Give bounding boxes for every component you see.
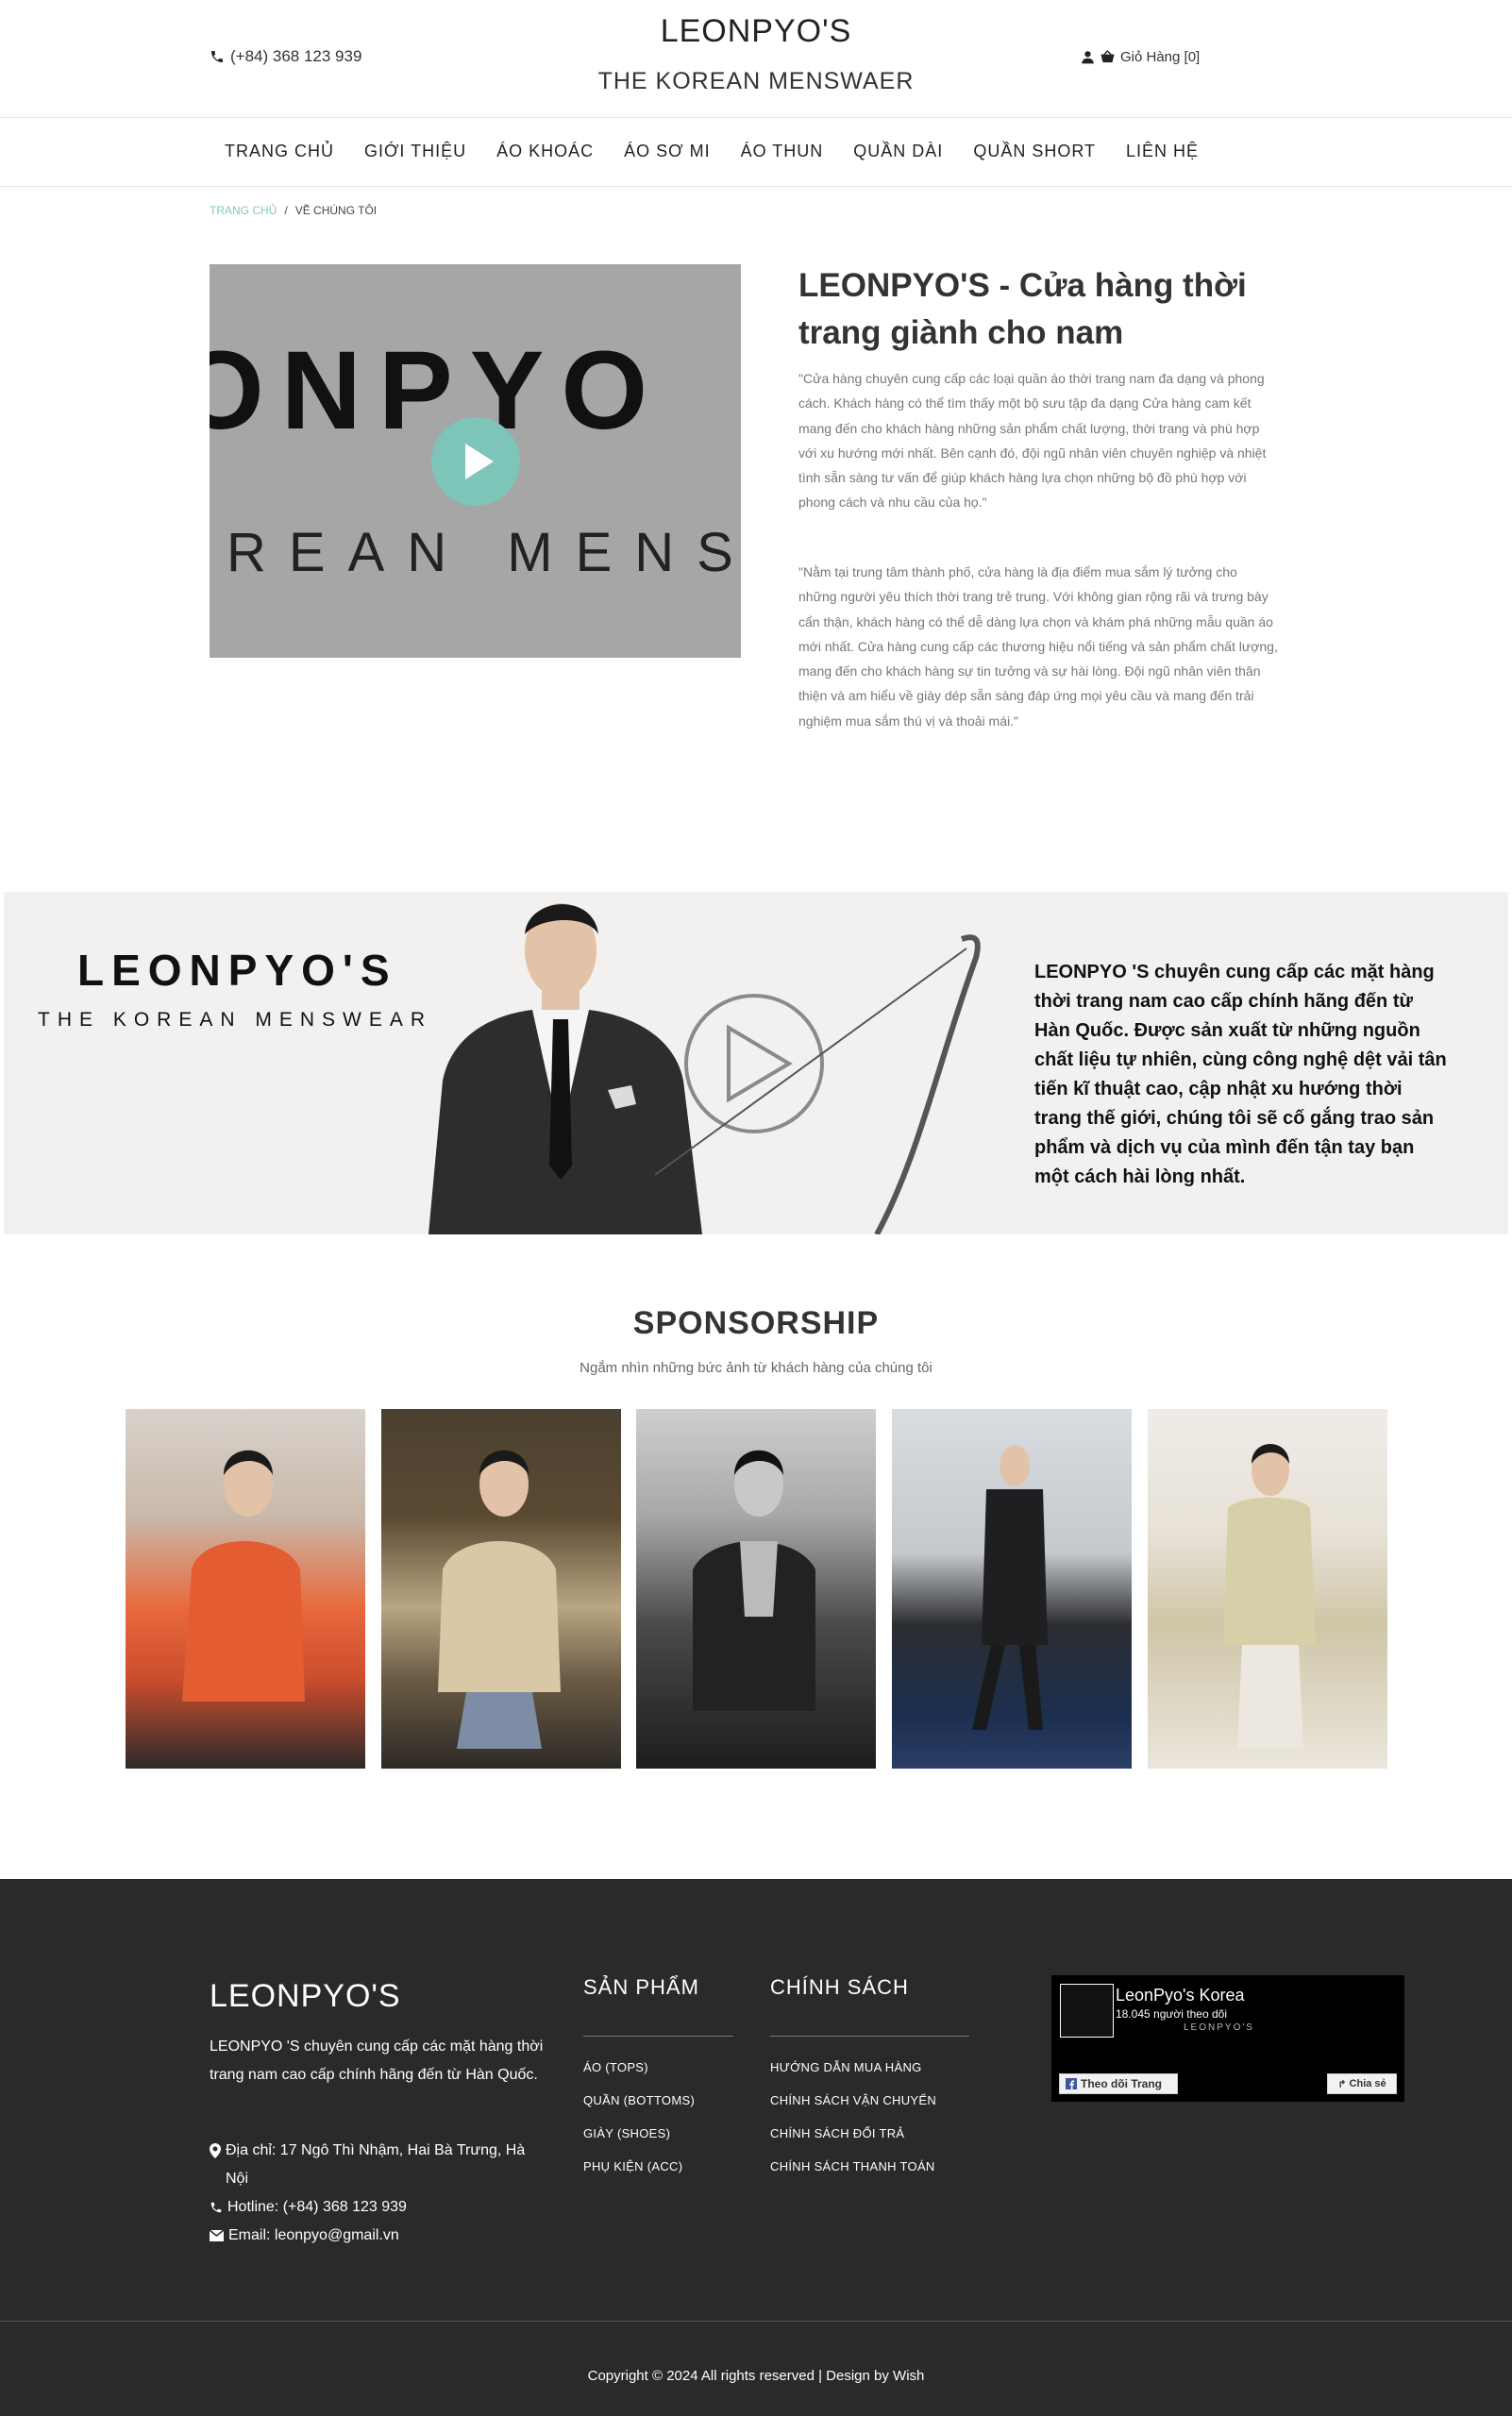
footer-policy-link[interactable]: HƯỚNG DẪN MUA HÀNG [770, 2060, 936, 2093]
sponsor-photo[interactable] [381, 1409, 621, 1769]
footer-policy-link[interactable]: CHÍNH SÁCH VẬN CHUYỂN [770, 2093, 936, 2126]
footer-products-title: SẢN PHẨM [583, 1975, 699, 1999]
main-nav: TRANG CHỦ GIỚI THIỆU ÁO KHOÁC ÁO SƠ MI Á… [0, 119, 1512, 187]
promo-banner[interactable]: LEONPYO'S THE KOREAN MENSWEAR LEONPYO 'S… [4, 892, 1508, 1234]
sponsorship-subtitle: Ngắm nhìn những bức ảnh từ khách hàng củ… [580, 1360, 932, 1376]
footer-divider [0, 2321, 1512, 2322]
footer-divider [583, 2036, 733, 2037]
header-cart[interactable]: Giỏ Hàng [0] [1081, 49, 1200, 65]
nav-item-about[interactable]: GIỚI THIỆU [349, 142, 481, 161]
footer-policy-link[interactable]: CHÍNH SÁCH ĐỔI TRẢ [770, 2126, 936, 2159]
facebook-follow-button[interactable]: Theo dõi Trang [1059, 2073, 1178, 2094]
video-logo-text: ONPYO [210, 328, 665, 453]
footer-product-link[interactable]: PHỤ KIỆN (ACC) [583, 2159, 695, 2192]
facebook-share-button[interactable]: ↱ Chia sẻ [1327, 2073, 1397, 2094]
bow-decoration-icon [655, 934, 981, 1234]
sponsorship-title: SPONSORSHIP [632, 1305, 880, 1341]
header-phone-text: (+84) 368 123 939 [230, 47, 362, 65]
facebook-share-label: Chia sẻ [1349, 2078, 1386, 2089]
footer-contact: Địa chỉ: 17 Ngô Thì Nhậm, Hai Bà Trưng, … [210, 2137, 549, 2250]
nav-item-home[interactable]: TRANG CHỦ [210, 142, 349, 161]
sponsor-photo[interactable] [892, 1409, 1132, 1769]
nav-item-shirts[interactable]: ÁO SƠ MI [609, 142, 725, 161]
sponsor-photo[interactable] [636, 1409, 876, 1769]
nav-item-pants[interactable]: QUẦN DÀI [838, 142, 958, 161]
footer-divider [770, 2036, 969, 2037]
footer-policy-list: HƯỚNG DẪN MUA HÀNG CHÍNH SÁCH VẬN CHUYỂN… [770, 2060, 936, 2192]
breadcrumb-home[interactable]: TRANG CHỦ [210, 204, 277, 217]
nav-item-shorts[interactable]: QUẦN SHORT [958, 142, 1111, 161]
site-footer: LEONPYO'S LEONPYO 'S chuyên cung cấp các… [0, 1879, 1512, 2416]
model-image [438, 1450, 561, 1749]
footer-brand: LEONPYO'S [210, 1978, 401, 2014]
video-tagline-text: REAN MENS [227, 522, 741, 583]
play-icon[interactable] [431, 417, 520, 506]
nav-item-tshirts[interactable]: ÁO THUN [726, 142, 839, 161]
envelope-icon [210, 2230, 224, 2241]
footer-product-link[interactable]: QUẦN (BOTTOMS) [583, 2093, 695, 2126]
copyright: Copyright © 2024 All rights reserved | D… [587, 2368, 925, 2384]
nav-item-contact[interactable]: LIÊN HỆ [1111, 142, 1214, 161]
banner-subtitle: THE KOREAN MENSWEAR [38, 1009, 433, 1031]
model-image [1223, 1444, 1316, 1749]
footer-email: Email: leonpyo@gmail.vn [210, 2222, 549, 2250]
banner-text: LEONPYO 'S chuyên cung cấp các mặt hàng … [1034, 962, 1447, 1187]
breadcrumb-current: VỀ CHÚNG TÔI [294, 204, 378, 217]
sponsor-photo[interactable] [1148, 1409, 1387, 1769]
footer-hotline-text[interactable]: Hotline: (+84) 368 123 939 [227, 2193, 407, 2222]
footer-description: LEONPYO 'S chuyên cung cấp các mặt hàng … [210, 2038, 544, 2083]
site-logo[interactable]: LEONPYO'S [0, 13, 1512, 50]
facebook-page-name[interactable]: LeonPyo's Korea [1116, 1986, 1245, 2005]
user-icon[interactable] [1081, 50, 1095, 64]
footer-product-link[interactable]: ÁO (TOPS) [583, 2060, 695, 2093]
phone-icon [210, 2202, 222, 2213]
facebook-followers: 18.045 người theo dõi [1116, 2007, 1227, 2021]
model-image [693, 1450, 815, 1711]
share-icon: ↱ [1337, 2078, 1347, 2090]
map-marker-icon [210, 2143, 221, 2158]
footer-hotline: Hotline: (+84) 368 123 939 [210, 2193, 549, 2222]
facebook-icon [1066, 2078, 1077, 2089]
footer-address-text: Địa chỉ: 17 Ngô Thì Nhậm, Hai Bà Trưng, … [226, 2142, 526, 2187]
facebook-follow-label: Theo dõi Trang [1081, 2077, 1162, 2090]
about-paragraph-1: "Cửa hàng chuyên cung cấp các loại quần … [798, 371, 1267, 511]
footer-address: Địa chỉ: 17 Ngô Thì Nhậm, Hai Bà Trưng, … [210, 2137, 549, 2193]
facebook-page-avatar[interactable] [1060, 1984, 1114, 2038]
sponsor-photo[interactable] [126, 1409, 365, 1769]
breadcrumb: TRANG CHỦ / VỀ CHÚNG TÔI [210, 204, 377, 217]
header-phone[interactable]: (+84) 368 123 939 [210, 47, 361, 66]
facebook-cover-logo: LEONPYO'S [1184, 2022, 1254, 2033]
about-video[interactable]: ONPYO REAN MENS [210, 264, 741, 658]
model-image [182, 1450, 305, 1702]
footer-product-link[interactable]: GIÀY (SHOES) [583, 2126, 695, 2159]
footer-products-list: ÁO (TOPS) QUẦN (BOTTOMS) GIÀY (SHOES) PH… [583, 2060, 695, 2192]
footer-email-text[interactable]: Email: leonpyo@gmail.vn [228, 2222, 399, 2250]
site-tagline: THE KOREAN MENSWAER [597, 68, 915, 94]
site-header: (+84) 368 123 939 LEONPYO'S THE KOREAN M… [0, 0, 1512, 118]
phone-icon [211, 51, 223, 62]
breadcrumb-separator: / [284, 204, 288, 217]
about-title: LEONPYO'S - Cửa hàng thời trang giành ch… [798, 267, 1247, 351]
facebook-page-widget[interactable]: LeonPyo's Korea 18.045 người theo dõi LE… [1051, 1975, 1404, 2102]
footer-policy-title: CHÍNH SÁCH [770, 1975, 909, 1999]
footer-policy-link[interactable]: CHÍNH SÁCH THANH TOÁN [770, 2159, 936, 2192]
cart-icon[interactable] [1100, 50, 1116, 64]
model-image [972, 1445, 1048, 1730]
cart-label[interactable]: Giỏ Hàng [0] [1120, 49, 1200, 65]
about-paragraph-2: "Nằm tại trung tâm thành phố, cửa hàng l… [798, 564, 1278, 729]
banner-logo: LEONPYO'S [77, 946, 397, 995]
nav-item-jackets[interactable]: ÁO KHOÁC [481, 142, 609, 161]
